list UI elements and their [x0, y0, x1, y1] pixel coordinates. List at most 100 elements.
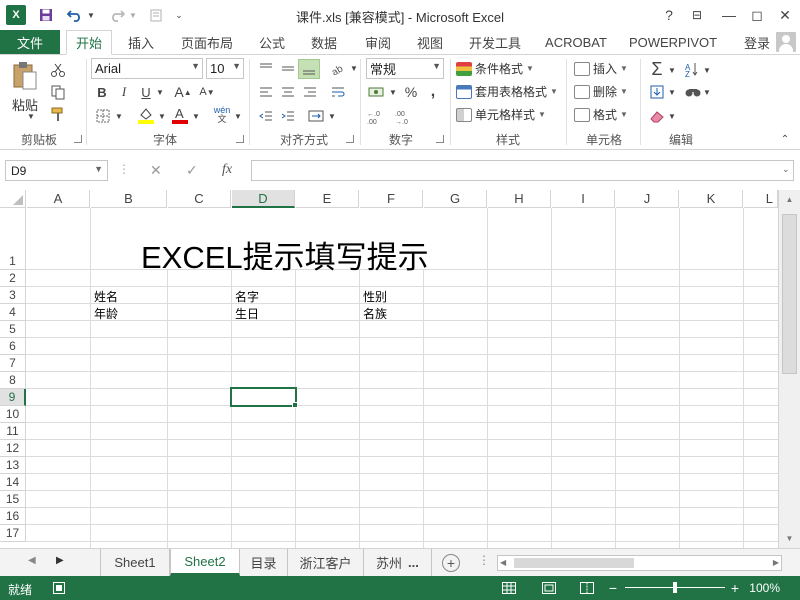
column-header[interactable]: G [424, 190, 487, 208]
sheet-tab-truncated[interactable]: 苏州... [364, 549, 432, 576]
format-painter-icon[interactable] [48, 105, 68, 123]
sheet-tab[interactable]: Sheet1 [100, 549, 170, 576]
font-name-select[interactable]: Arial ▼ [91, 58, 203, 79]
clear-icon[interactable] [648, 107, 666, 125]
align-bottom-icon[interactable] [298, 59, 320, 79]
page-break-view-icon[interactable] [578, 581, 596, 595]
fill-icon[interactable] [648, 83, 666, 101]
align-left-icon[interactable] [256, 83, 276, 101]
row-header[interactable]: 3 [0, 287, 26, 304]
tab-acrobat[interactable]: ACROBAT [540, 30, 612, 54]
row-header[interactable]: 1 [0, 208, 26, 270]
column-header[interactable]: F [360, 190, 423, 208]
sort-dropdown-icon[interactable]: ▼ [702, 61, 712, 79]
undo-icon[interactable] [64, 5, 86, 25]
redo-icon[interactable] [106, 5, 128, 25]
column-header-selected[interactable]: D [232, 190, 295, 208]
paste-dropdown-icon[interactable]: ▼ [26, 111, 36, 121]
font-color-icon[interactable]: A [170, 105, 190, 125]
font-color-dropdown-icon[interactable]: ▼ [191, 107, 201, 125]
find-select-icon[interactable] [684, 83, 702, 101]
accounting-dropdown-icon[interactable]: ▼ [388, 83, 398, 101]
page-layout-view-icon[interactable] [540, 581, 558, 595]
vertical-scrollbar[interactable]: ▲ ▼ [778, 190, 800, 548]
fill-color-dropdown-icon[interactable]: ▼ [157, 107, 167, 125]
undo-dropdown-icon[interactable]: ▼ [86, 5, 96, 25]
delete-cells-button[interactable]: 删除 ▼ [574, 83, 628, 100]
tab-view[interactable]: 视图 [408, 30, 452, 54]
row-header[interactable]: 12 [0, 440, 26, 457]
tab-developer[interactable]: 开发工具 [462, 30, 528, 54]
formula-input[interactable] [251, 160, 794, 181]
row-header[interactable]: 6 [0, 338, 26, 355]
print-preview-icon[interactable] [146, 5, 166, 25]
clear-dropdown-icon[interactable]: ▼ [667, 107, 677, 125]
zoom-slider-thumb[interactable] [673, 582, 677, 593]
tab-file[interactable]: 文件 [0, 30, 60, 54]
sheet-tab[interactable]: 目录 [240, 549, 288, 576]
increase-indent-icon[interactable] [278, 107, 298, 125]
macro-record-icon[interactable] [52, 581, 66, 595]
close-button[interactable]: ✕ [772, 4, 798, 26]
autosum-dropdown-icon[interactable]: ▼ [667, 61, 677, 79]
cut-icon[interactable] [48, 61, 68, 79]
sign-in-link[interactable]: 登录 [744, 30, 770, 54]
column-header[interactable]: B [91, 190, 167, 208]
horizontal-scrollbar[interactable]: ◀ ▶ [497, 555, 782, 571]
user-avatar-icon[interactable] [776, 32, 796, 52]
active-cell[interactable] [230, 387, 297, 407]
row-header[interactable]: 8 [0, 372, 26, 389]
paste-icon[interactable] [10, 61, 40, 91]
tab-powerpivot[interactable]: POWERPIVOT [626, 30, 720, 54]
number-launcher-icon[interactable] [436, 135, 444, 143]
bold-button[interactable]: B [94, 83, 110, 101]
align-center-icon[interactable] [278, 83, 298, 101]
number-format-select[interactable]: 常规 ▼ [366, 58, 444, 79]
borders-icon[interactable] [94, 107, 112, 125]
normal-view-icon[interactable] [500, 581, 518, 595]
cell-d4[interactable]: 生日 [235, 305, 259, 322]
cell-d3[interactable]: 名字 [235, 288, 259, 305]
row-header[interactable]: 4 [0, 304, 26, 321]
row-header[interactable]: 11 [0, 423, 26, 440]
wrap-text-icon[interactable] [328, 83, 348, 101]
sheet-tab-active[interactable]: Sheet2 [170, 549, 240, 576]
fill-color-icon[interactable] [136, 105, 156, 125]
row-header[interactable]: 5 [0, 321, 26, 338]
grow-font-button[interactable]: A ▲ [174, 83, 192, 101]
fill-handle[interactable] [292, 402, 298, 408]
name-box[interactable]: D9 ▼ [5, 160, 108, 181]
phonetic-dropdown-icon[interactable]: ▼ [233, 107, 243, 125]
ribbon-display-options-button[interactable]: ⊟ [684, 4, 710, 26]
increase-decimal-icon[interactable]: ←.0.00 [366, 107, 388, 127]
autosum-button[interactable]: Σ [648, 59, 666, 79]
add-sheet-icon[interactable]: + [442, 554, 460, 572]
row-header-selected[interactable]: 9 [0, 389, 26, 406]
excel-logo-icon[interactable]: X [6, 5, 26, 25]
customize-toolbar-icon[interactable]: ⌄ [172, 5, 186, 25]
decrease-decimal-icon[interactable]: .00 →.0 [394, 107, 416, 127]
sort-filter-icon[interactable]: AZ [684, 59, 702, 79]
sheet-prev-icon[interactable]: ◀ [28, 555, 36, 566]
confirm-entry-icon[interactable]: ✓ [186, 162, 198, 179]
align-middle-icon[interactable] [278, 59, 298, 77]
row-header[interactable]: 10 [0, 406, 26, 423]
scroll-right-icon[interactable]: ▶ [773, 558, 779, 567]
clipboard-launcher-icon[interactable] [74, 135, 82, 143]
tab-insert[interactable]: 插入 [118, 30, 164, 54]
insert-function-button[interactable]: fx [222, 162, 232, 178]
format-as-table-button[interactable]: 套用表格格式 ▼ [456, 83, 558, 100]
row-header[interactable]: 2 [0, 270, 26, 287]
orientation-dropdown-icon[interactable]: ▼ [349, 59, 359, 77]
copy-icon[interactable] [48, 83, 68, 101]
scroll-up-icon[interactable]: ▲ [779, 191, 800, 207]
column-header[interactable]: I [552, 190, 615, 208]
borders-dropdown-icon[interactable]: ▼ [114, 107, 124, 125]
cell-f4[interactable]: 名族 [363, 305, 387, 322]
scroll-down-icon[interactable]: ▼ [779, 530, 800, 546]
find-dropdown-icon[interactable]: ▼ [702, 83, 712, 101]
row-header[interactable]: 7 [0, 355, 26, 372]
align-right-icon[interactable] [300, 83, 320, 101]
cell-f3[interactable]: 性别 [363, 288, 387, 305]
decrease-indent-icon[interactable] [256, 107, 276, 125]
